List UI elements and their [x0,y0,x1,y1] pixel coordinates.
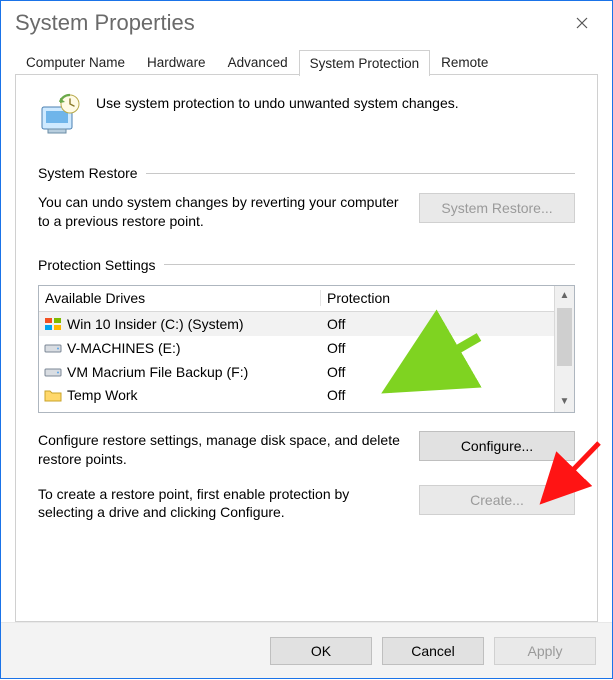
col-available-drives[interactable]: Available Drives [39,290,321,306]
group-title-protection: Protection Settings [38,257,156,273]
intro-row: Use system protection to undo unwanted s… [38,93,575,137]
drive-name: Win 10 Insider (C:) (System) [67,316,244,332]
tab-system-protection[interactable]: System Protection [299,50,431,76]
windows-drive-icon [43,316,63,332]
close-button[interactable] [560,7,604,39]
drive-list-header: Available Drives Protection [39,286,554,312]
drive-status: Off [321,364,554,380]
drive-name: V-MACHINES (E:) [67,340,181,356]
system-protection-icon [38,93,82,137]
close-icon [576,17,588,29]
group-protection-settings: Protection Settings Available Drives Pro… [38,257,575,523]
tab-computer-name[interactable]: Computer Name [15,50,136,75]
system-restore-button[interactable]: System Restore... [419,193,575,223]
configure-button[interactable]: Configure... [419,431,575,461]
tab-remote[interactable]: Remote [430,50,499,75]
folder-icon [43,387,63,403]
drive-row[interactable]: VM Macrium File Backup (F:) Off [39,360,554,384]
drive-row[interactable]: Win 10 Insider (C:) (System) Off [39,312,554,336]
intro-text: Use system protection to undo unwanted s… [96,93,459,111]
drive-row[interactable]: V-MACHINES (E:) Off [39,336,554,360]
drive-status: Off [321,387,554,403]
col-protection[interactable]: Protection [321,290,554,306]
tab-hardware[interactable]: Hardware [136,50,217,75]
tab-strip: Computer Name Hardware Advanced System P… [1,45,612,75]
titlebar: System Properties [1,1,612,45]
tab-content: Use system protection to undo unwanted s… [15,75,598,622]
scroll-down-icon[interactable]: ▼ [555,392,574,412]
create-desc: To create a restore point, first enable … [38,485,405,523]
group-title-restore: System Restore [38,165,138,181]
ok-button[interactable]: OK [270,637,372,665]
cancel-button[interactable]: Cancel [382,637,484,665]
drive-list[interactable]: Available Drives Protection Win 10 Insid… [38,285,575,413]
apply-button[interactable]: Apply [494,637,596,665]
drive-row[interactable]: Temp Work Off [39,384,554,406]
scroll-up-icon[interactable]: ▲ [555,286,574,306]
restore-desc: You can undo system changes by reverting… [38,193,405,231]
window-title: System Properties [15,10,195,36]
dialog-footer: OK Cancel Apply [1,622,612,678]
tab-advanced[interactable]: Advanced [217,50,299,75]
drive-name: Temp Work [67,387,138,403]
group-header-restore: System Restore [38,165,575,181]
group-system-restore: System Restore You can undo system chang… [38,165,575,231]
hdd-icon [43,340,63,356]
scroll-thumb[interactable] [557,308,572,366]
group-header-protection: Protection Settings [38,257,575,273]
hdd-icon [43,364,63,380]
create-button[interactable]: Create... [419,485,575,515]
scrollbar[interactable]: ▲ ▼ [554,286,574,412]
drive-status: Off [321,316,554,332]
divider [146,173,575,174]
drive-status: Off [321,340,554,356]
drive-name: VM Macrium File Backup (F:) [67,364,248,380]
divider [164,264,575,265]
configure-desc: Configure restore settings, manage disk … [38,431,405,469]
